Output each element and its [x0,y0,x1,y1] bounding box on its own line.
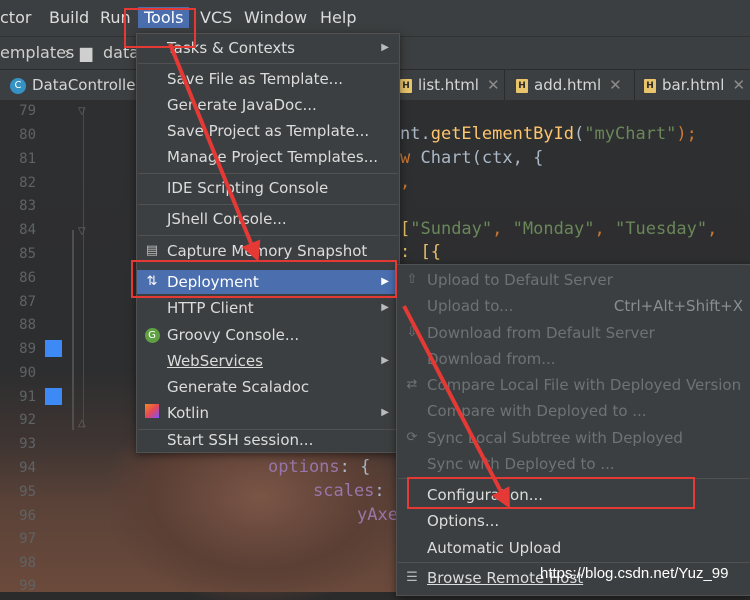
watermark-text: https://blog.csdn.net/Yuz_99 [540,565,729,582]
annotation-arrow-2 [402,305,510,509]
annotation-arrows [168,43,510,509]
annotation-arrow-1 [168,43,261,262]
